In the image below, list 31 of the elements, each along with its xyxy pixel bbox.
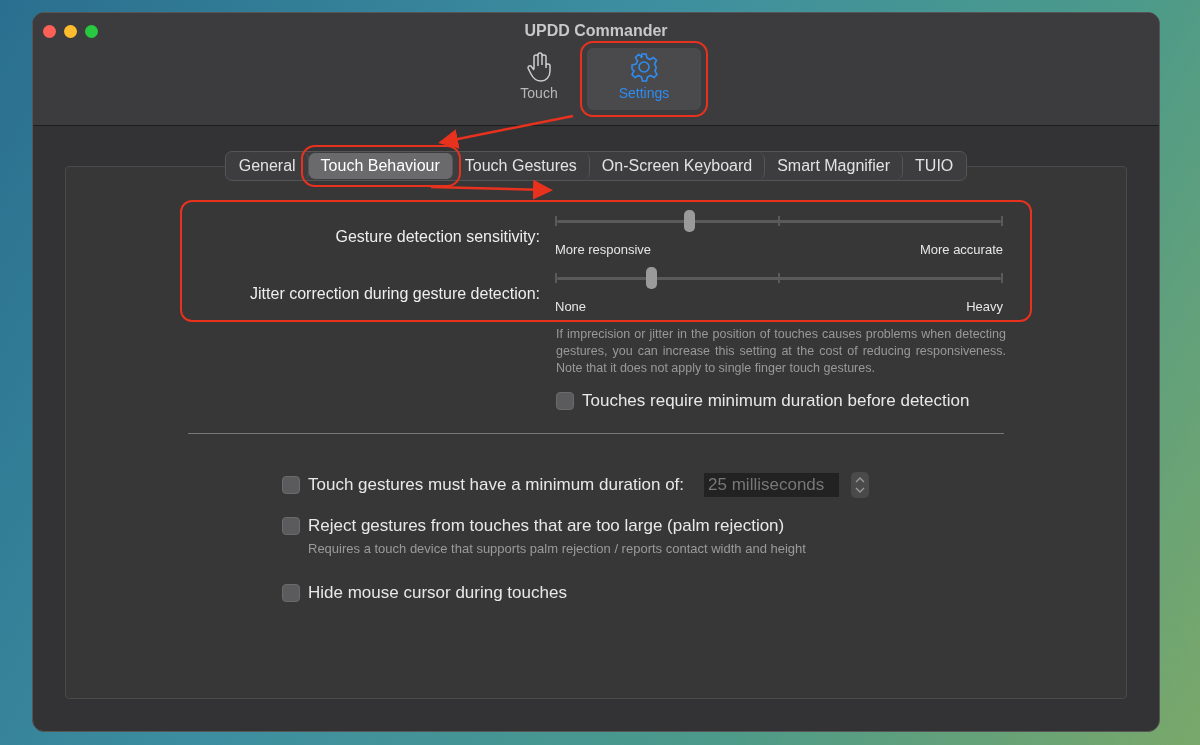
slider-thumb[interactable] [646,267,658,289]
checkbox-label: Touch gestures must have a minimum duration of: [308,475,685,495]
settings-icon [629,52,659,82]
slider-max-label: Heavy [966,299,1003,314]
window-title: UPDD Commander [524,22,668,40]
tab[interactable]: Touch Gestures [452,153,590,179]
slider-label: Jitter correction during gesture detection: [249,285,540,303]
checkbox[interactable] [282,476,300,494]
slider-label: Gesture detection sensitivity: [334,228,540,246]
checkbox[interactable] [556,392,574,410]
tab[interactable]: TUIO [903,153,966,179]
tab[interactable]: On-Screen Keyboard [589,153,766,179]
slider-max-label: More accurate [919,242,1003,257]
checkbox-label: Touches require minimum duration before detection [582,391,970,411]
checkbox[interactable] [282,517,300,535]
checkbox-label: Hide mouse cursor during touches [308,583,567,603]
duration-field[interactable]: 25 milliseconds [704,473,840,497]
hand-icon [524,52,554,82]
toolbar-tab[interactable]: Touch [499,48,579,110]
slider-min-label: None [555,299,587,314]
slider-thumb[interactable] [684,210,696,232]
tab[interactable]: Smart Magnifier [765,153,904,179]
checkbox-label: Reject gestures from touches that are too large (palm rejection) [308,516,785,536]
zoom-button[interactable] [85,25,98,38]
stepper-icon[interactable] [851,472,870,498]
slider-min-label: More responsive [555,242,652,257]
checkbox[interactable] [282,584,300,602]
help-text: If imprecision or jitter in the position of touches causes problems when detecting gestures, you can increase this setting at the cost of reducing responsiveness. Note that it does not apply to single finger touch gestures. [556,326,1006,377]
close-button[interactable] [43,25,56,38]
minimize-button[interactable] [64,25,77,38]
help-text: Requires a touch device that supports palm rejection / reports contact width and height [308,540,807,557]
